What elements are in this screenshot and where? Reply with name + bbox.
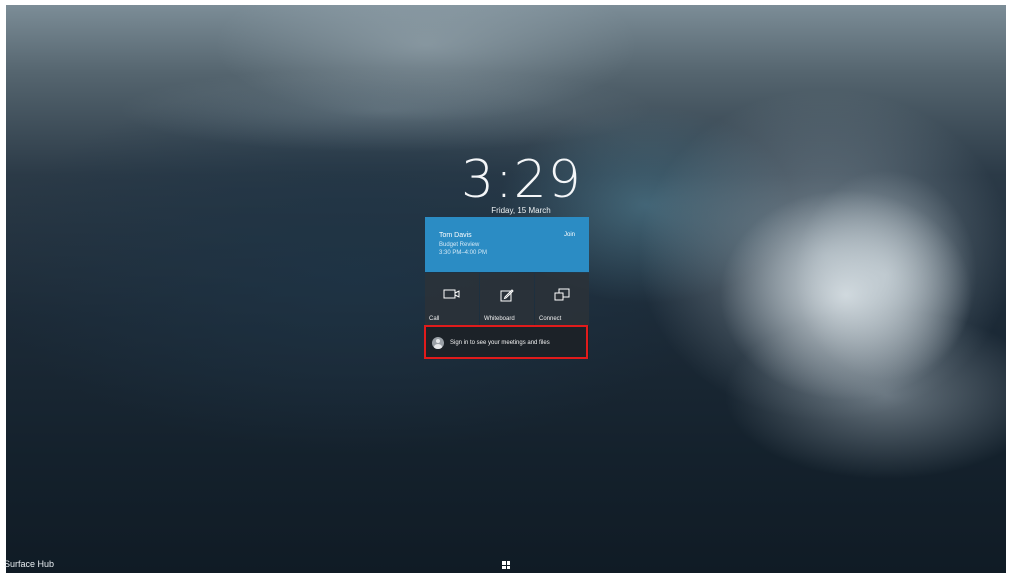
action-tiles: Call Whiteboard Connect — [425, 273, 589, 325]
sign-in-button[interactable]: Sign in to see your meetings and files — [425, 326, 589, 359]
connect-label: Connect — [539, 316, 562, 322]
meeting-card[interactable]: Tom Davis Budget Review 3:30 PM–4:00 PM … — [425, 217, 589, 272]
wave-foam — [746, 125, 1006, 425]
whiteboard-tile[interactable]: Whiteboard — [480, 273, 534, 325]
pen-square-icon — [480, 288, 534, 302]
clock-time: 3:29 — [461, 150, 582, 210]
windows-logo-icon[interactable] — [502, 561, 510, 569]
person-avatar-icon — [432, 336, 444, 349]
project-screen-icon — [535, 288, 589, 302]
meeting-time: 3:30 PM–4:00 PM — [439, 250, 488, 256]
video-camera-icon — [425, 288, 479, 302]
connect-tile[interactable]: Connect — [535, 273, 589, 325]
sign-in-text: Sign in to see your meetings and files — [450, 339, 550, 346]
whiteboard-label: Whiteboard — [484, 316, 515, 322]
join-button[interactable]: Join — [564, 232, 575, 238]
wave-crest — [6, 50, 766, 170]
call-tile[interactable]: Call — [425, 273, 479, 325]
device-name: Surface Hub — [4, 559, 55, 569]
call-label: Call — [429, 316, 440, 322]
meeting-subject: Budget Review — [439, 242, 480, 248]
meeting-organizer: Tom Davis — [439, 232, 472, 239]
clock-date: Friday, 15 March — [491, 206, 551, 215]
